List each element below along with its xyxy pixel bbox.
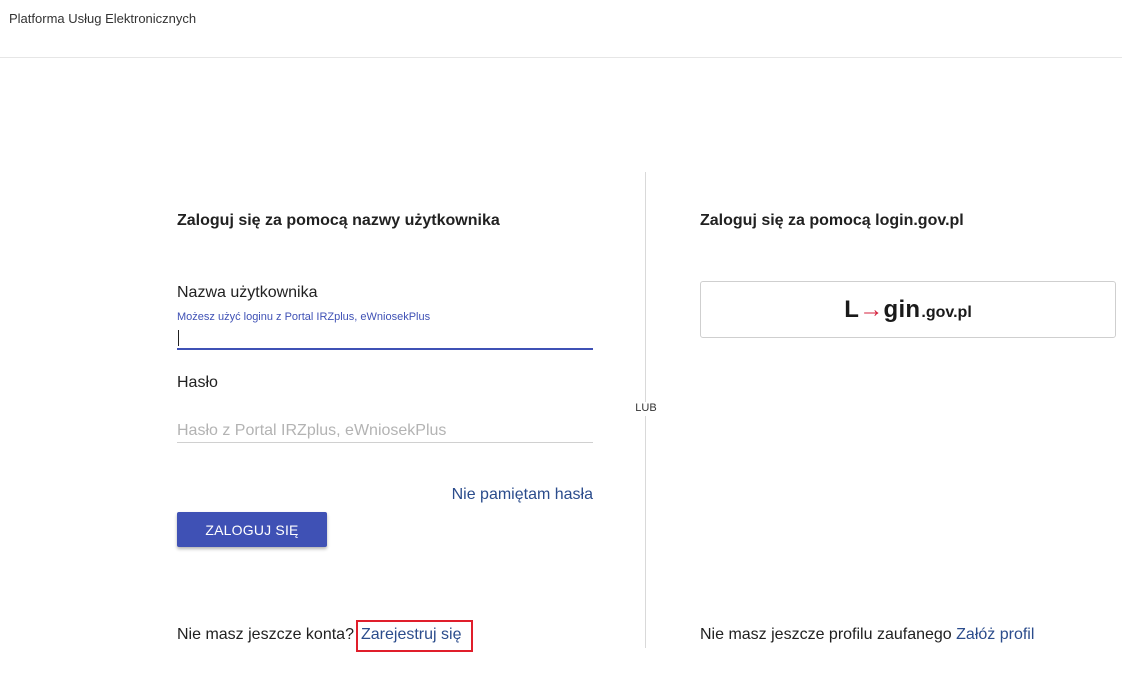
logingov-button[interactable]: L → gin .gov.pl [700,281,1116,338]
username-input[interactable] [177,326,593,350]
username-login-title: Zaloguj się za pomocą nazwy użytkownika [177,212,500,229]
or-separator-label: LUB [633,402,659,416]
no-account-text: Nie masz jeszcze konta? [177,626,354,643]
app-title: Platforma Usług Elektronicznych [9,11,197,26]
username-label: Nazwa użytkownika [177,284,318,301]
login-button[interactable]: ZALOGUJ SIĘ [177,512,327,547]
logo-suffix: .gov.pl [921,303,972,321]
create-profile-link[interactable]: Załóż profil [956,626,1034,643]
login-gov-logo-arrow-icon: → [859,295,884,323]
password-input[interactable] [177,420,593,443]
password-label: Hasło [177,374,218,391]
logo-text-end: gin [883,295,921,323]
login-page: Platforma Usług Elektronicznych Zaloguj … [0,0,1122,676]
top-bar: Platforma Usług Elektronicznych [0,0,1122,58]
no-profile-text: Nie masz jeszcze profilu zaufanego [700,626,952,643]
register-link[interactable]: Zarejestruj się [356,620,474,652]
logo-text-start: L [844,295,860,323]
login-gov-logo: L → gin .gov.pl [844,296,972,324]
forgot-password-link[interactable]: Nie pamiętam hasła [452,486,593,504]
no-profile-row: Nie masz jeszcze profilu zaufanego Załóż… [700,626,1034,644]
text-caret [178,330,179,346]
logingov-login-title: Zaloguj się za pomocą login.gov.pl [700,212,964,229]
username-hint: Możesz użyć loginu z Portal IRZplus, eWn… [177,311,431,323]
